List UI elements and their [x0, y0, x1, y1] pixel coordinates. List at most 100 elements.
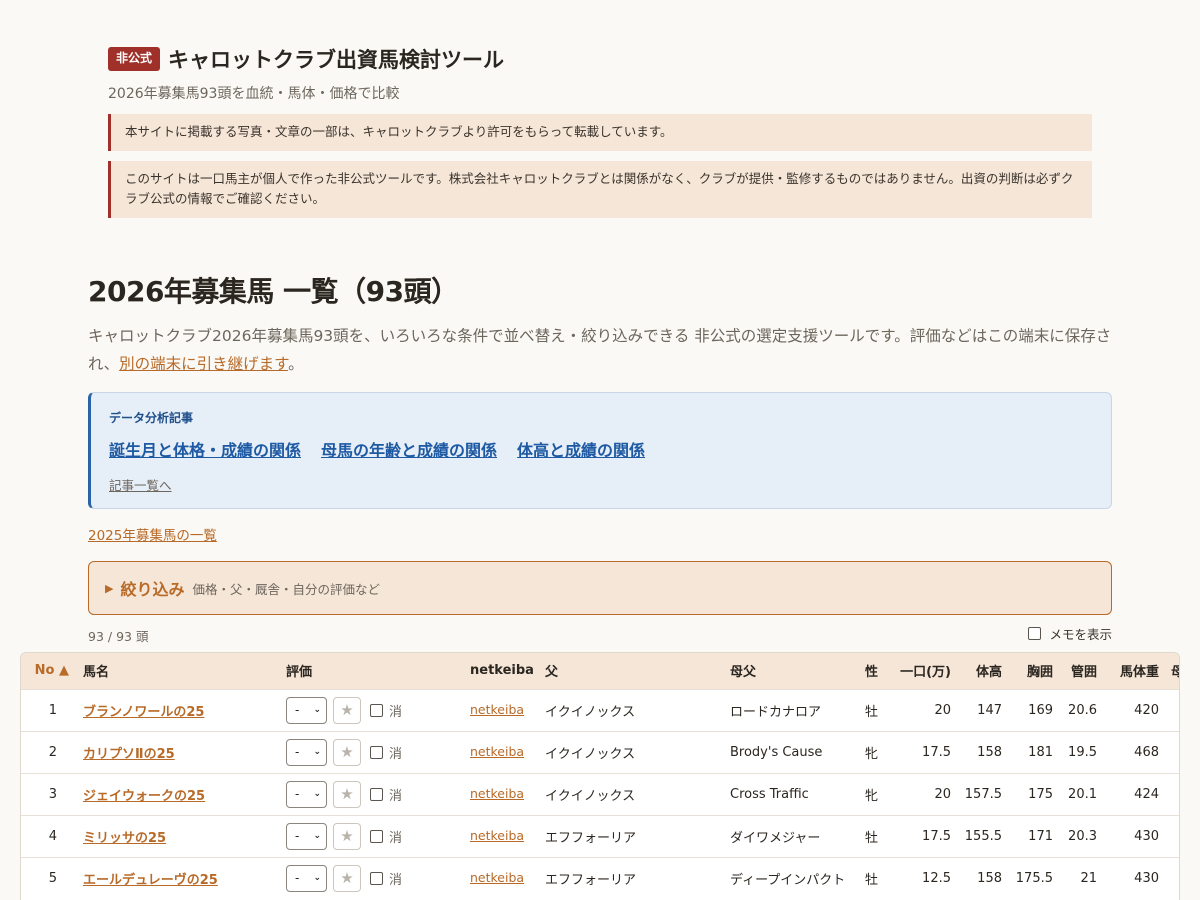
star-icon[interactable]: ★: [333, 738, 361, 766]
damsire-cell: ロードカナロア: [730, 704, 822, 720]
delete-toggle[interactable]: 消: [370, 827, 402, 846]
damsire-cell: Brody's Cause: [730, 744, 823, 760]
intro-text: キャロットクラブ2026年募集馬93頭を、いろいろな条件で並べ替え・絞り込みでき…: [88, 327, 1112, 373]
row-no: 4: [48, 828, 57, 844]
sort-by-no-header[interactable]: No ▲: [21, 653, 77, 689]
unofficial-badge: 非公式: [108, 47, 161, 71]
height-cell: 147: [977, 702, 1002, 718]
delete-toggle[interactable]: 消: [370, 785, 402, 804]
row-no: 1: [48, 702, 57, 718]
damsire-cell: ディープインパクト: [730, 872, 846, 888]
table-row: 3 ジェイウォークの25 - ⌄ ★ 消 netkeiba イクイノックス Cro…: [21, 773, 1179, 815]
memo-toggle[interactable]: メモを表示: [1028, 624, 1112, 643]
weight-cell: 430: [1134, 870, 1159, 886]
dam-weight-header[interactable]: 母馬: [1165, 653, 1179, 689]
site-subtitle: 2026年募集馬93頭を血統・馬体・価格で比較: [108, 86, 400, 102]
damsire-cell: Cross Traffic: [730, 786, 809, 802]
horse-name-link[interactable]: エールデュレーヴの25: [83, 873, 218, 888]
row-no: 2: [48, 744, 57, 760]
delete-checkbox[interactable]: [370, 745, 383, 759]
memo-checkbox[interactable]: [1028, 627, 1042, 640]
cannon-header[interactable]: 管囲: [1059, 653, 1103, 689]
horse-name-link[interactable]: カリプソⅡの25: [83, 747, 175, 762]
star-icon[interactable]: ★: [333, 822, 361, 850]
height-cell: 158: [977, 870, 1002, 886]
rating-select[interactable]: - ⌄: [286, 822, 327, 850]
sex-header[interactable]: 性: [859, 653, 889, 689]
permission-notice: 本サイトに掲載する写真・文章の一部は、キャロットクラブより許可をもらって転載して…: [108, 114, 1092, 151]
girth-cell: 175.5: [1015, 870, 1053, 886]
article-link-birth-month[interactable]: 誕生月と体格・成績の関係: [109, 437, 301, 461]
dam-weight-cell: [1165, 731, 1179, 773]
sire-header[interactable]: 父: [539, 653, 724, 689]
weight-cell: 424: [1134, 786, 1159, 802]
height-cell: 157.5: [964, 786, 1002, 802]
star-icon[interactable]: ★: [333, 864, 361, 892]
price-cell: 17.5: [922, 828, 951, 844]
horse-name-link[interactable]: ミリッサの25: [83, 831, 166, 846]
filter-toggle[interactable]: ▶ 絞り込み 価格・父・厩舎・自分の評価など: [88, 561, 1112, 615]
netkeiba-link[interactable]: netkeiba: [470, 786, 524, 801]
page-title: 2026年募集馬 一覧（93頭）: [88, 275, 459, 308]
weight-header[interactable]: 馬体重: [1103, 653, 1165, 689]
articles-box: データ分析記事 誕生月と体格・成績の関係 母馬の年齢と成績の関係 体高と成績の関…: [88, 392, 1112, 509]
article-link-dam-age[interactable]: 母馬の年齢と成績の関係: [321, 437, 497, 461]
filter-title: 絞り込み: [120, 580, 185, 599]
netkeiba-link[interactable]: netkeiba: [470, 870, 524, 885]
rating-select[interactable]: - ⌄: [286, 780, 327, 808]
horse-table: No ▲ 馬名 評価 netkeiba 父 母父 性 一口(万) 体高 胸囲 管…: [20, 652, 1180, 900]
delete-toggle[interactable]: 消: [370, 743, 402, 762]
sire-cell: エフフォーリア: [545, 872, 637, 888]
cannon-cell: 20.1: [1068, 786, 1097, 802]
sire-cell: イクイノックス: [545, 788, 636, 804]
delete-checkbox[interactable]: [370, 703, 383, 717]
site-header: 非公式 キャロットクラブ出資馬検討ツール 2026年募集馬93頭を血統・馬体・価…: [108, 44, 1092, 103]
transfer-data-link[interactable]: 別の端末に引き継げます: [119, 355, 288, 373]
netkeiba-header: netkeiba: [470, 663, 534, 679]
triangle-right-icon: ▶: [105, 581, 114, 595]
price-cell: 17.5: [922, 744, 951, 760]
rating-select[interactable]: - ⌄: [286, 864, 327, 892]
horse-name-link[interactable]: ブランノワールの25: [83, 705, 204, 720]
prev-year-link[interactable]: 2025年募集馬の一覧: [88, 524, 217, 544]
star-icon[interactable]: ★: [333, 696, 361, 724]
rating-select[interactable]: - ⌄: [286, 696, 327, 724]
height-cell: 155.5: [964, 828, 1002, 844]
girth-cell: 175: [1028, 786, 1053, 802]
table-header-row: No ▲ 馬名 評価 netkeiba 父 母父 性 一口(万) 体高 胸囲 管…: [21, 653, 1179, 689]
all-articles-link[interactable]: 記事一覧へ: [109, 475, 172, 494]
delete-checkbox[interactable]: [370, 829, 383, 843]
sex-cell: 牝: [865, 788, 879, 804]
filter-description: 価格・父・厩舎・自分の評価など: [192, 581, 380, 597]
chevron-down-icon: ⌄: [313, 831, 321, 841]
rating-header[interactable]: 評価: [280, 653, 464, 689]
chevron-down-icon: ⌄: [313, 705, 321, 715]
girth-header[interactable]: 胸囲: [1008, 653, 1059, 689]
height-header[interactable]: 体高: [957, 653, 1008, 689]
weight-cell: 468: [1134, 744, 1159, 760]
price-header[interactable]: 一口(万): [889, 653, 957, 689]
sex-cell: 牡: [865, 830, 879, 846]
delete-checkbox[interactable]: [370, 787, 383, 801]
delete-checkbox[interactable]: [370, 871, 383, 885]
dam-weight-cell: [1165, 689, 1179, 731]
articles-label: データ分析記事: [109, 411, 194, 425]
article-link-height[interactable]: 体高と成績の関係: [517, 437, 645, 461]
delete-toggle[interactable]: 消: [370, 701, 402, 720]
netkeiba-link[interactable]: netkeiba: [470, 744, 524, 759]
damsire-header[interactable]: 母父: [724, 653, 859, 689]
table-row: 1 ブランノワールの25 - ⌄ ★ 消 netkeiba イクイノックス ロード…: [21, 689, 1179, 731]
cannon-cell: 20.3: [1068, 828, 1097, 844]
price-cell: 12.5: [922, 870, 951, 886]
sex-cell: 牡: [865, 872, 879, 888]
horse-name-link[interactable]: ジェイウォークの25: [83, 789, 205, 804]
netkeiba-link[interactable]: netkeiba: [470, 702, 524, 717]
star-icon[interactable]: ★: [333, 780, 361, 808]
cannon-cell: 20.6: [1068, 702, 1097, 718]
netkeiba-link[interactable]: netkeiba: [470, 828, 524, 843]
name-header[interactable]: 馬名: [77, 653, 280, 689]
delete-toggle[interactable]: 消: [370, 869, 402, 888]
rating-select[interactable]: - ⌄: [286, 738, 327, 766]
table-row: 2 カリプソⅡの25 - ⌄ ★ 消 netkeiba イクイノックス Brody…: [21, 731, 1179, 773]
chevron-down-icon: ⌄: [313, 873, 321, 884]
